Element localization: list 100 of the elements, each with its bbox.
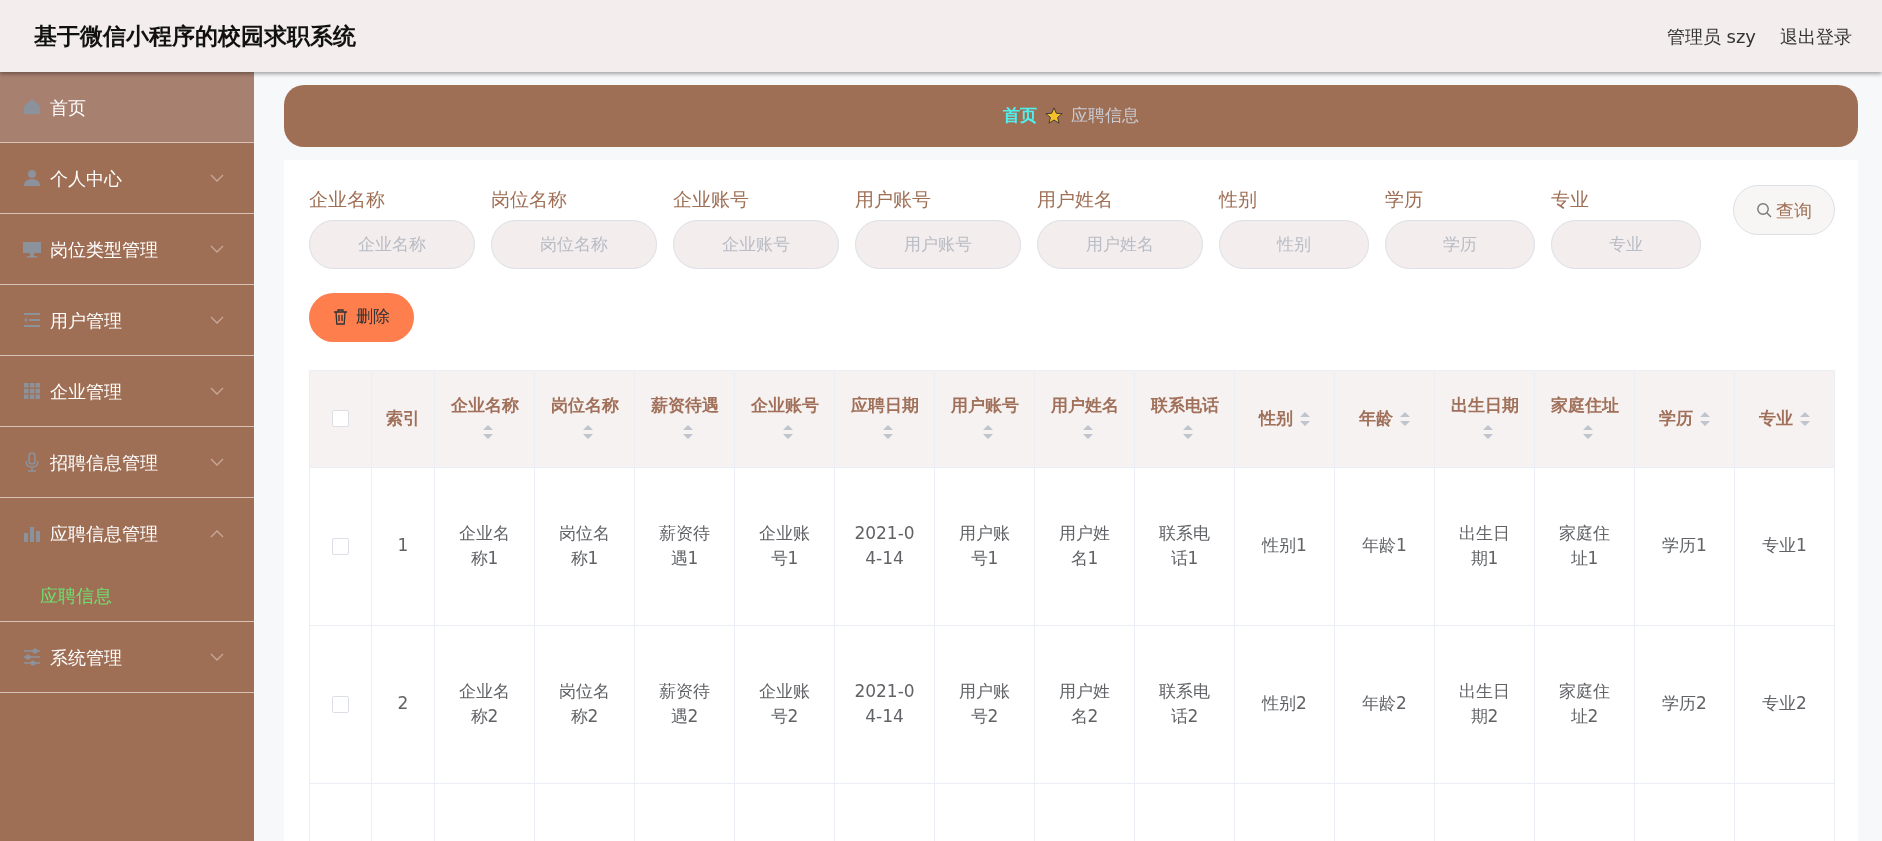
filter-label: 用户姓名 — [1037, 187, 1114, 212]
table-cell: 用户账号1 — [934, 467, 1035, 625]
sidebar-item[interactable]: 应聘信息管理 — [0, 498, 254, 569]
filter-label: 用户账号 — [855, 187, 932, 212]
sort-icon — [781, 423, 794, 440]
table-cell: 薪资待遇1 — [634, 467, 735, 625]
sort-icon — [481, 423, 494, 440]
column-header[interactable]: 家庭住址 — [1534, 370, 1635, 467]
filter-label: 性别 — [1219, 187, 1258, 212]
table-cell: 企业名称2 — [434, 625, 535, 783]
table-cell: 出生日期1 — [1434, 467, 1535, 625]
filter-field[interactable]: 学历 — [1385, 219, 1535, 269]
table-cell: 年龄2 — [1334, 625, 1435, 783]
table-cell: 家庭住址1 — [1534, 467, 1635, 625]
table-cell: 性别2 — [1234, 625, 1335, 783]
breadcrumb-link[interactable]: 首页 — [1003, 103, 1037, 129]
sidebar-subitem[interactable]: 应聘信息 — [0, 569, 254, 621]
chevron-icon — [210, 529, 224, 538]
row-checkbox[interactable] — [332, 537, 349, 555]
filter-field[interactable]: 用户姓名 — [1037, 219, 1203, 269]
sort-icon — [981, 423, 994, 440]
filter-label: 学历 — [1385, 187, 1424, 212]
table-cell: 用户账号2 — [934, 625, 1035, 783]
column-header[interactable]: 学历 — [1634, 370, 1735, 467]
sliders-icon — [22, 647, 42, 667]
breadcrumb-link[interactable]: 应聘信息 — [1071, 103, 1139, 129]
sidebar-item[interactable]: 个人中心 — [0, 143, 254, 214]
search-button[interactable]: 查询 — [1733, 185, 1835, 235]
column-header[interactable]: 年龄 — [1334, 370, 1435, 467]
table-cell: 企业账号1 — [734, 467, 835, 625]
table-cell: 性别1 — [1234, 467, 1335, 625]
filter-field[interactable]: 企业名称 — [309, 219, 475, 269]
column-header[interactable]: 联系电话 — [1134, 370, 1235, 467]
sidebar-item[interactable]: 招聘信息管理 — [0, 427, 254, 498]
table-cell: 2 — [371, 625, 435, 783]
table-cell: 联系电话1 — [1134, 467, 1235, 625]
chevron-icon — [210, 653, 224, 661]
filter-field[interactable]: 岗位名称 — [491, 219, 657, 269]
column-header[interactable]: 出生日期 — [1434, 370, 1535, 467]
filter-label: 企业账号 — [673, 187, 750, 212]
chevron-icon — [210, 387, 224, 395]
microphone-icon — [22, 452, 42, 472]
table-cell: 学历1 — [1634, 467, 1735, 625]
table-cell: 年龄1 — [1334, 467, 1435, 625]
select-all-checkbox[interactable] — [332, 410, 349, 428]
column-header[interactable]: 用户账号 — [934, 370, 1035, 467]
sort-icon — [881, 423, 894, 440]
table-cell: 用户姓名2 — [1034, 625, 1135, 783]
home-icon — [22, 97, 42, 117]
sort-icon — [1398, 410, 1411, 427]
filter-field[interactable]: 企业账号 — [673, 219, 839, 269]
column-header[interactable]: 应聘日期 — [834, 370, 935, 467]
column-header[interactable]: 性别 — [1234, 370, 1335, 467]
grid-icon — [22, 381, 42, 401]
trash-icon — [333, 309, 348, 325]
column-header[interactable]: 用户姓名 — [1034, 370, 1135, 467]
sort-icon — [1081, 423, 1094, 440]
filter-field[interactable]: 性别 — [1219, 219, 1369, 269]
person-icon — [22, 168, 42, 188]
sort-icon — [1181, 423, 1194, 440]
list-icon — [22, 310, 42, 330]
monitor-icon — [22, 239, 42, 259]
column-header[interactable]: 岗位名称 — [534, 370, 635, 467]
sidebar-item[interactable]: 首页 — [0, 72, 254, 143]
table-cell: 专业1 — [1734, 467, 1835, 625]
table-cell: 企业名称1 — [434, 467, 535, 625]
table-cell: 联系电话2 — [1134, 625, 1235, 783]
table-cell: 用户姓名1 — [1034, 467, 1135, 625]
column-header[interactable]: 薪资待遇 — [634, 370, 735, 467]
filter-label: 企业名称 — [309, 187, 386, 212]
sort-icon — [681, 423, 694, 440]
star-icon — [1045, 107, 1063, 125]
sort-icon — [1698, 410, 1711, 427]
sort-icon — [1298, 410, 1311, 427]
table-cell: 专业2 — [1734, 625, 1835, 783]
filter-field[interactable]: 专业 — [1551, 219, 1701, 269]
sort-icon — [1581, 423, 1594, 440]
row-checkbox[interactable] — [332, 695, 349, 713]
search-icon — [1756, 202, 1772, 218]
table-cell: 家庭住址2 — [1534, 625, 1635, 783]
logout-link[interactable]: 退出登录 — [1780, 22, 1852, 50]
filter-field[interactable]: 用户账号 — [855, 219, 1021, 269]
column-header[interactable]: 专业 — [1734, 370, 1835, 467]
sort-icon — [581, 423, 594, 440]
table-cell: 1 — [371, 467, 435, 625]
column-header[interactable]: 索引 — [371, 370, 435, 467]
table-cell: 企业账号2 — [734, 625, 835, 783]
sidebar-item[interactable]: 用户管理 — [0, 285, 254, 356]
column-header[interactable]: 企业账号 — [734, 370, 835, 467]
table-cell: 薪资待遇2 — [634, 625, 735, 783]
sort-icon — [1798, 410, 1811, 427]
chevron-icon — [210, 245, 224, 253]
sidebar-item[interactable]: 岗位类型管理 — [0, 214, 254, 285]
chevron-icon — [210, 458, 224, 466]
sidebar-item[interactable]: 系统管理 — [0, 622, 254, 693]
column-header[interactable]: 企业名称 — [434, 370, 535, 467]
delete-button[interactable]: 删除 — [309, 292, 414, 342]
chevron-icon — [210, 174, 224, 182]
sidebar-item[interactable]: 企业管理 — [0, 356, 254, 427]
table-cell: 学历2 — [1634, 625, 1735, 783]
